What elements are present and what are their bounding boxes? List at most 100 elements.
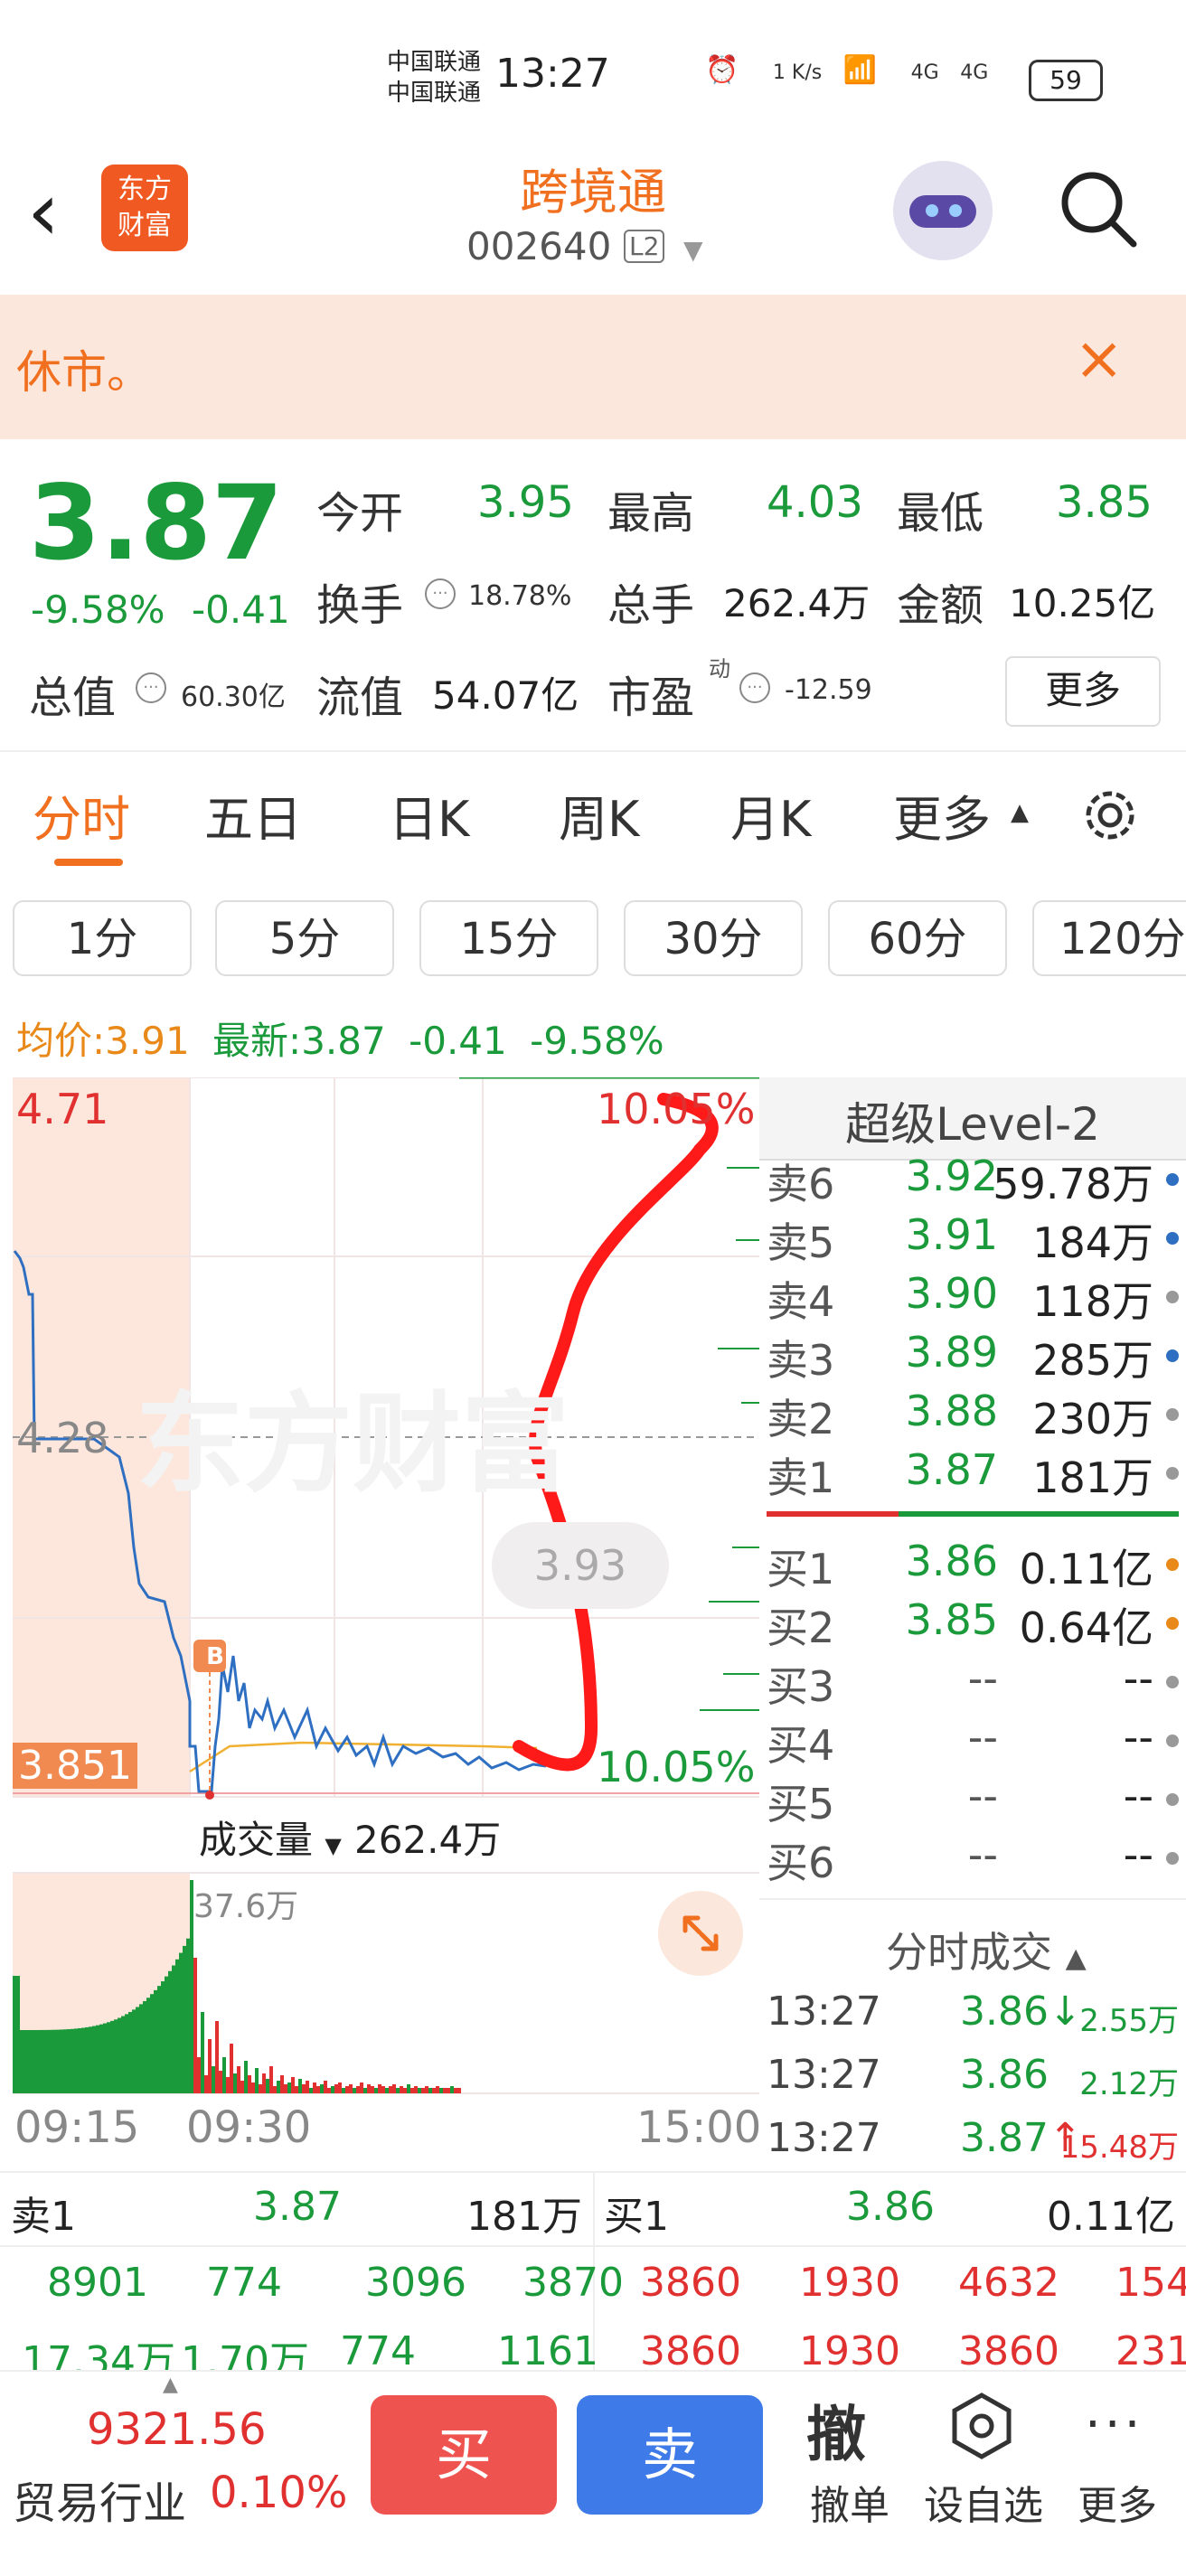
sell-button[interactable]: 卖 [577,2395,763,2515]
period-60min[interactable]: 60分 [828,900,1007,976]
tab-monthly-k[interactable]: 月K [730,779,811,851]
volume-bar [309,2088,313,2093]
sector-index[interactable]: 9321.56 [87,2404,267,2455]
dot-icon [1166,1467,1179,1480]
ob-ask-price: 3.87 [253,2184,342,2230]
ticks-title: 分时成交 [886,1928,1052,1977]
avg-value: 3.91 [105,1019,190,1063]
volume-bar [414,2086,418,2093]
volume-bar [24,2029,27,2093]
volume-bar [407,2084,410,2093]
volume-bar [378,2084,381,2093]
volume-bar [45,2029,49,2093]
crosshair-price-pill: 3.93 [492,1522,669,1609]
robot-assistant-icon[interactable] [893,161,993,260]
tab-more[interactable]: 更多 [893,779,991,851]
volume-bar [428,2088,432,2093]
gear-icon[interactable] [1076,781,1144,850]
search-icon[interactable] [1058,168,1139,249]
chevron-down-icon: ▼ [325,1833,342,1858]
tab-daily-k[interactable]: 日K [389,779,469,851]
period-120min[interactable]: 120分 [1032,900,1186,976]
volume-bar [244,2061,248,2093]
volume-bar [186,1938,190,2093]
carrier-1: 中国联通 [387,49,482,76]
ob-bid-order: 3860 [640,2328,741,2374]
bid-row-volume: -- [1123,1713,1153,1762]
period-15min[interactable]: 15分 [419,900,598,976]
period-5min[interactable]: 5分 [215,900,394,976]
intraday-chart[interactable] [13,1077,759,2162]
more-button[interactable]: 更多 [1078,2473,1157,2531]
volume-bar [266,2079,269,2093]
caret-up-icon[interactable]: ▲ [163,2374,178,2396]
bid-row-volume: 0.11亿 [1019,1545,1153,1594]
period-1min[interactable]: 1分 [13,900,192,976]
ob-bid-order: 4632 [958,2260,1059,2306]
ticks-header[interactable]: 分时成交 ▲ [886,1920,1087,1979]
volume-bar [172,1965,175,2093]
market-closed-banner [0,295,1186,439]
volume-bar [201,2012,204,2093]
sector-name[interactable]: 贸易行业 [13,2468,186,2531]
stock-code[interactable]: 002640 [466,224,611,268]
price-change-pct: -9.58% [31,588,165,632]
volume-bar [89,2026,92,2093]
latest-pct: -9.58% [530,1019,664,1063]
ask-row: 卖3 3.89 285万 [767,1328,1179,1385]
tab-five-day[interactable]: 五日 [204,779,302,851]
volume-bar [403,2088,407,2093]
stock-name[interactable]: 跨境通 [452,152,734,223]
info-icon[interactable]: ··· [425,578,456,609]
more-icon[interactable]: ··· [1085,2395,1144,2454]
chart-watermark: 东方财富 [136,1382,569,1508]
volume-bar [410,2088,414,2093]
turnover-value: 18.78% [468,580,572,612]
ask-row: 卖6 3.92 59.78万 [767,1152,1179,1208]
last-price: 3.87 [29,463,284,583]
bid-ask-ratio-bar [767,1511,1179,1517]
ob-bid-order: 2316 [1115,2328,1186,2374]
chevron-down-icon[interactable]: ▼ [683,235,703,265]
volume-bar [71,2028,74,2093]
volume-bar [439,2088,443,2093]
close-icon[interactable]: × [1074,327,1124,390]
back-icon[interactable]: ‹ [27,172,60,253]
latest-label: 最新: [212,1019,302,1063]
alarm-icon: ⏰ [705,54,752,86]
volume-bar [96,2025,99,2093]
caret-up-icon[interactable]: ▲ [1011,799,1029,826]
quote-more-button[interactable]: 更多 [1005,656,1161,727]
dot-icon [1166,1558,1179,1571]
volume-bar [280,2075,284,2093]
tab-intraday[interactable]: 分时 [33,779,130,851]
volume-bar [110,2020,114,2093]
expand-icon[interactable] [658,1891,743,1976]
ask-row-label: 卖4 [767,1277,835,1326]
ask-row-volume: 118万 [1032,1277,1153,1326]
volume-bar [107,2022,110,2093]
tab-weekly-k[interactable]: 周K [559,779,639,851]
cancel-order-button[interactable]: 撤单 [810,2473,890,2531]
level2-title[interactable]: 超级Level-2 [759,1088,1186,1153]
cancel-order-icon[interactable]: 撤 [806,2386,866,2473]
arrow-down-icon: ↓ [1048,1988,1082,2035]
info-icon[interactable]: ··· [739,672,770,703]
tick-time: 13:27 [767,2115,881,2161]
volume-bar [16,1976,20,2093]
watchlist-icon[interactable] [947,2392,1016,2460]
volume-bar [248,2075,251,2093]
period-30min[interactable]: 30分 [624,900,803,976]
volume-bar [345,2086,349,2093]
volume-bar [421,2088,425,2093]
info-icon[interactable]: ··· [136,672,166,703]
buy-marker: B [206,1643,224,1670]
volume-bar [255,2068,259,2093]
dot-icon [1166,1291,1179,1303]
dot-icon [1166,1173,1179,1186]
add-watchlist-button[interactable]: 设自选 [924,2473,1043,2531]
volume-bar [78,2027,81,2093]
volume-selector[interactable]: 成交量 ▼ [199,1810,342,1865]
buy-button[interactable]: 买 [371,2395,557,2515]
volume-bar [13,1976,16,2093]
